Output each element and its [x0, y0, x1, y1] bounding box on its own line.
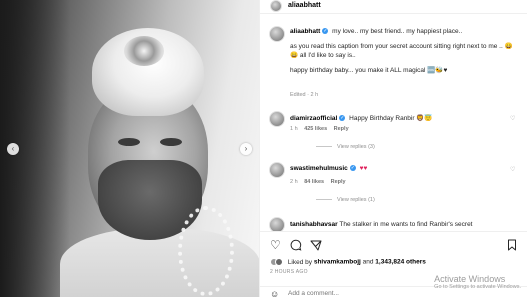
emoji-icon[interactable]: ☺ — [270, 289, 279, 297]
share-icon[interactable] — [310, 239, 322, 253]
header-username[interactable]: aliaabhatt — [288, 2, 321, 9]
liked-by[interactable]: Liked by shivamkambojj and 1,343,824 oth… — [270, 258, 426, 266]
heart-icon[interactable]: ♡ — [510, 115, 515, 122]
photo-eye-right — [160, 138, 182, 146]
comment-likes[interactable]: 425 likes — [304, 126, 327, 132]
reply-button[interactable]: Reply — [331, 179, 346, 185]
comment-time: 1 h — [290, 126, 298, 132]
watermark-subtitle: Go to Settings to activate Windows. — [434, 284, 521, 290]
comment-avatar[interactable] — [269, 111, 285, 127]
post-header: aliaabhatt — [260, 0, 527, 14]
caption-username[interactable]: aliaabhatt — [290, 28, 320, 35]
verified-badge-icon: ✓ — [339, 115, 346, 122]
caption-avatar[interactable] — [269, 26, 285, 42]
comment-meta: 2 h 84 likes Reply — [290, 179, 346, 185]
post-photo[interactable]: ‹ › — [0, 0, 259, 297]
chevron-left-icon[interactable]: ‹ — [7, 143, 19, 155]
photo-eye-left — [118, 138, 140, 146]
verified-badge-icon: ✓ — [322, 28, 329, 35]
comment: swastimehulmusic ✓ ♥♥ — [290, 165, 367, 172]
comment-icon[interactable] — [290, 239, 302, 253]
comment-input[interactable] — [288, 290, 438, 297]
liked-by-prefix: Liked by — [287, 258, 313, 266]
caption-line-3: happy birthday baby... you make it ALL m… — [290, 67, 448, 74]
post-time-ago: 2 HOURS AGO — [270, 269, 308, 275]
reply-button[interactable]: Reply — [334, 126, 349, 132]
comment-likes[interactable]: 84 likes — [304, 179, 324, 185]
liked-by-count[interactable]: 1,343,824 others — [375, 259, 426, 266]
chevron-right-icon[interactable]: › — [240, 143, 252, 155]
view-replies-button[interactable]: View replies (3) — [316, 144, 375, 150]
windows-activation-watermark: Activate Windows Go to Settings to activ… — [434, 274, 521, 290]
heart-icon[interactable]: ♡ — [270, 239, 281, 251]
comment-username[interactable]: swastimehulmusic — [290, 165, 348, 172]
liked-by-user[interactable]: shivamkambojj — [314, 259, 361, 266]
comment: tanishabhavsar The stalker in me wants t… — [290, 221, 473, 228]
avatar[interactable] — [270, 0, 282, 12]
comment-text: The stalker in me wants to find Ranbir's… — [339, 221, 473, 228]
liked-by-and: and — [362, 258, 374, 266]
photo-turban-jewel — [124, 36, 164, 66]
comment-meta: 1 h 425 likes Reply — [290, 126, 349, 132]
bookmark-icon[interactable] — [507, 239, 517, 253]
comment-text: ♥♥ — [359, 165, 368, 172]
caption-meta: Edited · 2 h — [290, 92, 319, 98]
comment-text: Happy Birthday Ranbir 🦁😇 — [349, 115, 433, 122]
verified-badge-icon: ✓ — [349, 165, 356, 172]
comment-avatar[interactable] — [269, 162, 285, 178]
comment-username[interactable]: tanishabhavsar — [290, 221, 338, 228]
photo-pearl-necklace — [178, 206, 234, 296]
avatar — [275, 258, 283, 266]
view-replies-button[interactable]: View replies (1) — [316, 197, 375, 203]
caption-line-1: my love.. my best friend.. my happiest p… — [332, 28, 463, 35]
post-caption: aliaabhatt ✓ my love.. my best friend.. m… — [290, 27, 515, 75]
watermark-title: Activate Windows — [434, 274, 506, 284]
comment: diamirzaofficial ✓ Happy Birthday Ranbir … — [290, 114, 433, 122]
heart-icon[interactable]: ♡ — [510, 166, 515, 173]
comment-time: 2 h — [290, 179, 298, 185]
caption-line-2: as you read this caption from your secre… — [290, 43, 513, 59]
comment-username[interactable]: diamirzaofficial — [290, 115, 337, 122]
post-details-panel: aliaabhatt aliaabhatt ✓ my love.. my best… — [259, 0, 527, 297]
